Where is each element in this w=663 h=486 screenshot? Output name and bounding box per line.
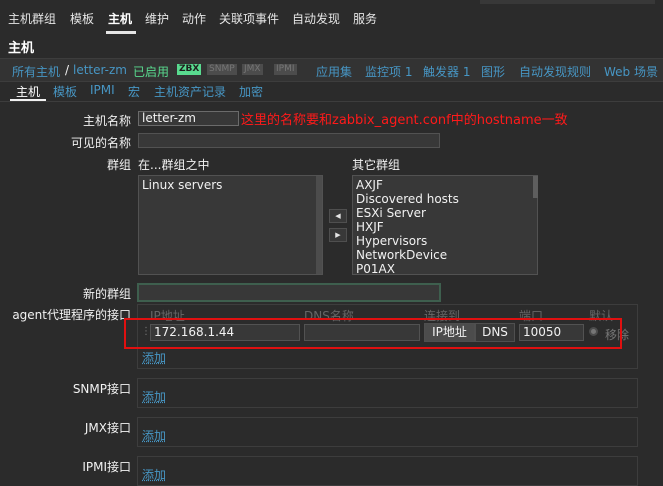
search-input[interactable] bbox=[480, 0, 655, 4]
other-group-item[interactable]: HXJF bbox=[356, 220, 534, 234]
tab-inventory[interactable]: 主机资产记录 bbox=[154, 83, 226, 100]
breadcrumb-host[interactable]: letter-zm bbox=[73, 63, 127, 77]
tab-ipmi[interactable]: IPMI bbox=[90, 83, 115, 97]
link-triggers[interactable]: 触发器 1 bbox=[423, 63, 470, 80]
in-groups-scrollbar[interactable] bbox=[316, 176, 322, 274]
ipmi-interface-panel bbox=[137, 456, 638, 486]
host-breadcrumb-bar: 所有主机 / letter-zm 已启用 ZBX SNMP JMX IPMI 应… bbox=[0, 58, 663, 82]
other-group-item[interactable]: ESXi Server bbox=[356, 206, 534, 220]
nav-host-groups[interactable]: 主机群组 bbox=[8, 10, 56, 27]
in-group-item[interactable]: Linux servers bbox=[142, 178, 319, 192]
ipmi-interface-label: IPMI接口 bbox=[82, 460, 131, 474]
add-agent-interface-link[interactable]: 添加 bbox=[142, 349, 166, 366]
move-left-button[interactable]: ◀ bbox=[329, 209, 347, 223]
in-groups-list[interactable]: Linux servers bbox=[138, 175, 323, 275]
link-applications[interactable]: 应用集 bbox=[316, 63, 352, 80]
tabs-divider bbox=[0, 101, 663, 102]
snmp-availability-badge: SNMP bbox=[207, 64, 237, 75]
link-web-scenarios[interactable]: Web 场景 bbox=[604, 63, 658, 80]
other-group-item[interactable]: AXJF bbox=[356, 178, 534, 192]
visible-name-label: 可见的名称 bbox=[70, 136, 131, 150]
hostname-input[interactable]: letter-zm bbox=[138, 111, 239, 126]
snmp-interface-panel bbox=[137, 378, 638, 408]
other-group-item[interactable]: Discovered hosts bbox=[356, 192, 534, 206]
other-group-item[interactable]: P01AX bbox=[356, 262, 534, 276]
other-group-item[interactable]: Hypervisors bbox=[356, 234, 534, 248]
in-groups-header: 在...群组之中 bbox=[138, 158, 210, 172]
groups-label: 群组 bbox=[106, 158, 131, 172]
host-status-enabled[interactable]: 已启用 bbox=[133, 63, 169, 80]
link-items[interactable]: 监控项 1 bbox=[365, 63, 412, 80]
new-group-label: 新的群组 bbox=[82, 287, 131, 301]
jmx-availability-badge: JMX bbox=[242, 64, 263, 75]
add-ipmi-interface-link[interactable]: 添加 bbox=[142, 466, 166, 483]
move-right-button[interactable]: ▶ bbox=[329, 228, 347, 242]
other-groups-scrollbar[interactable] bbox=[533, 176, 538, 198]
page-title: 主机 bbox=[8, 41, 35, 56]
snmp-interface-label: SNMP接口 bbox=[72, 382, 131, 396]
other-groups-header: 其它群组 bbox=[352, 158, 401, 172]
annotation-note: 这里的名称要和zabbix_agent.conf中的hostname一致 bbox=[241, 113, 568, 128]
other-groups-list[interactable]: AXJF Discovered hosts ESXi Server HXJF H… bbox=[352, 175, 538, 276]
hostname-label: 主机名称 bbox=[82, 114, 131, 128]
tab-templates[interactable]: 模板 bbox=[53, 83, 77, 100]
link-discovery-rules[interactable]: 自动发现规则 bbox=[519, 63, 591, 80]
tab-macros[interactable]: 宏 bbox=[128, 83, 140, 100]
jmx-interface-label: JMX接口 bbox=[84, 421, 131, 435]
nav-correlation[interactable]: 关联项事件 bbox=[219, 10, 279, 27]
highlight-box bbox=[124, 318, 622, 349]
link-graphs[interactable]: 图形 bbox=[481, 63, 505, 80]
zbx-availability-badge: ZBX bbox=[177, 64, 202, 75]
nav-hosts[interactable]: 主机 bbox=[108, 10, 132, 27]
top-navigation: 主机群组 模板 主机 维护 动作 关联项事件 自动发现 服务 bbox=[0, 0, 663, 34]
nav-actions[interactable]: 动作 bbox=[182, 10, 206, 27]
nav-templates[interactable]: 模板 bbox=[70, 10, 94, 27]
jmx-interface-panel bbox=[137, 417, 638, 447]
visible-name-input[interactable] bbox=[138, 133, 440, 148]
ipmi-availability-badge: IPMI bbox=[274, 64, 297, 75]
nav-discovery[interactable]: 自动发现 bbox=[292, 10, 340, 27]
new-group-input[interactable] bbox=[137, 283, 441, 302]
breadcrumb-all-hosts[interactable]: 所有主机 bbox=[12, 63, 60, 80]
tab-encryption[interactable]: 加密 bbox=[239, 83, 263, 100]
form-tabs: 主机 模板 IPMI 宏 主机资产记录 加密 bbox=[0, 82, 663, 101]
other-group-item[interactable]: NetworkDevice bbox=[356, 248, 534, 262]
nav-active-indicator bbox=[106, 31, 136, 34]
nav-services[interactable]: 服务 bbox=[353, 10, 377, 27]
add-jmx-interface-link[interactable]: 添加 bbox=[142, 427, 166, 444]
nav-maintenance[interactable]: 维护 bbox=[145, 10, 169, 27]
breadcrumb-separator: / bbox=[65, 63, 70, 77]
tab-host[interactable]: 主机 bbox=[16, 83, 40, 100]
add-snmp-interface-link[interactable]: 添加 bbox=[142, 388, 166, 405]
agent-interface-label: agent代理程序的接口 bbox=[12, 308, 131, 322]
